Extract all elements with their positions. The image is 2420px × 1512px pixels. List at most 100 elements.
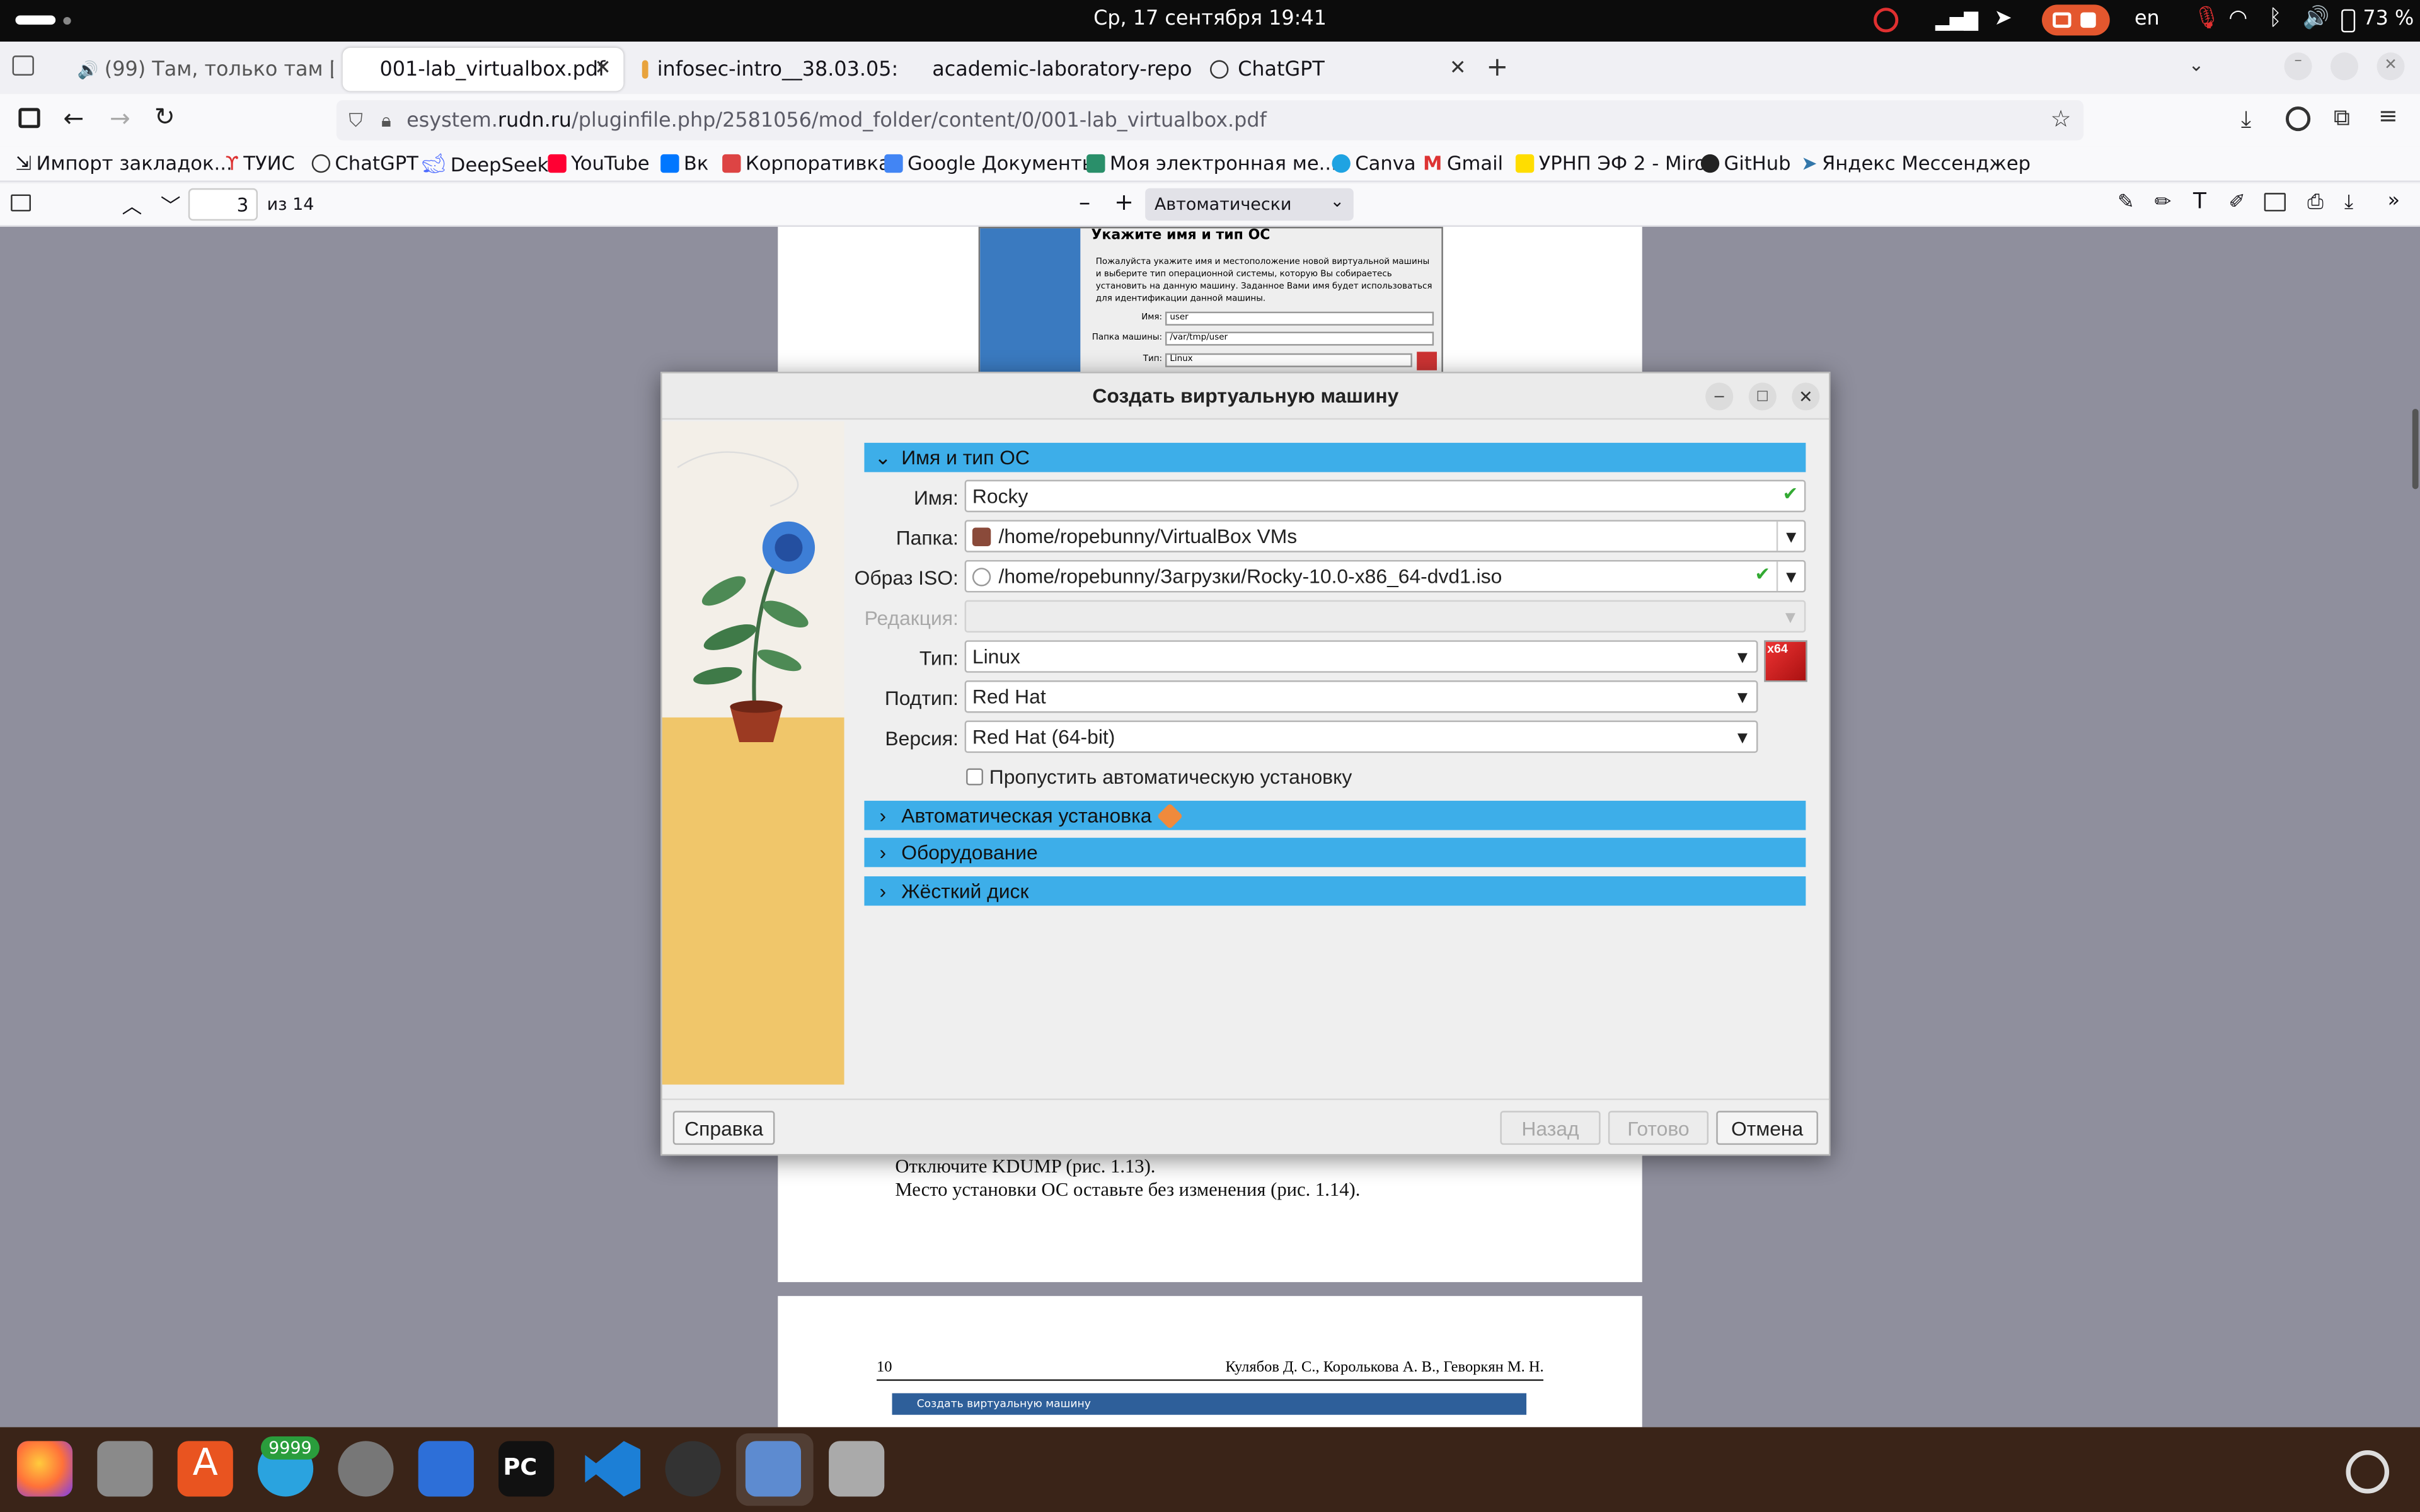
tab-youtube[interactable]: 🔊 (99) Там, только там [ [59, 48, 333, 91]
battery-icon[interactable] [2341, 9, 2356, 33]
show-apps-icon[interactable] [2346, 1450, 2390, 1494]
bookmark-eios[interactable]: Моя электронная ме... [1086, 151, 1337, 175]
close-window-icon[interactable]: ✕ [2377, 52, 2405, 81]
wifi-icon[interactable]: ◠ [2228, 6, 2247, 31]
screencast-indicator[interactable] [2042, 4, 2110, 36]
bookmark-github[interactable]: GitHub [1700, 151, 1791, 175]
obs-tray-icon[interactable] [1874, 8, 1899, 33]
name-input[interactable]: Rocky ✔ [964, 479, 1806, 513]
bookmark-star-icon[interactable]: ☆ [2051, 105, 2071, 133]
edit-pdf-icon[interactable]: ✎ [2118, 192, 2135, 215]
volume-icon[interactable]: 🔊 [2303, 6, 2330, 31]
finish-button[interactable]: Готово [1608, 1111, 1709, 1145]
shield-icon[interactable]: ⛉ [349, 109, 362, 132]
zoom-select[interactable]: Автоматически ⌄ [1145, 188, 1354, 221]
chevron-down-icon[interactable]: ⌄ [2189, 54, 2204, 76]
skip-unattended-label[interactable]: Пропустить автоматическую установку [989, 765, 1352, 789]
section-unattended[interactable]: › Автоматическая установка [864, 801, 1806, 830]
section-hard-disk[interactable]: › Жёсткий диск [864, 876, 1806, 906]
lock-icon[interactable]: 🔒︎ [381, 109, 391, 132]
bookmark-gdocs[interactable]: Google Документы [884, 151, 1097, 175]
bookmark-tuis[interactable]: ϒ ТУИС [226, 151, 295, 175]
type-combo[interactable]: Linux ▾ [964, 640, 1758, 673]
tab-github[interactable]: academic-laboratory-repo [911, 48, 1191, 91]
bookmark-deepseek[interactable]: 🐋︎ DeepSeek [422, 151, 549, 176]
chevron-down-icon[interactable]: ▾ [1776, 521, 1804, 551]
skip-unattended-checkbox[interactable] [966, 768, 984, 786]
close-icon[interactable]: ✕ [1792, 382, 1820, 411]
close-tab-icon[interactable]: ✕ [594, 57, 611, 81]
bookmark-canva[interactable]: Canva [1332, 151, 1416, 175]
cancel-button[interactable]: Отмена [1716, 1111, 1818, 1145]
section-hardware[interactable]: › Оборудование [864, 837, 1806, 868]
bookmark-chatgpt[interactable]: ChatGPT [311, 151, 418, 175]
vscode-icon[interactable] [585, 1441, 641, 1497]
help-button[interactable]: Справка [672, 1111, 775, 1145]
next-page-icon[interactable]: ﹀ [161, 190, 181, 219]
stats-icon[interactable]: ▂▅▇ [1935, 9, 1978, 31]
microphone-icon[interactable]: 🎙 [2193, 6, 2221, 31]
files-icon[interactable] [97, 1441, 153, 1497]
monitor-icon[interactable] [418, 1441, 474, 1497]
firefox-icon[interactable] [16, 1441, 73, 1497]
zoom-in-icon[interactable]: + [1114, 188, 1134, 216]
bookmark-yandex-messenger[interactable]: ➤ Яндекс Мессенджер [1801, 151, 2031, 175]
page-number-input[interactable]: 3 [188, 188, 258, 221]
bookmark-youtube[interactable]: YouTube [548, 151, 650, 175]
reload-icon[interactable]: ↻ [154, 102, 175, 132]
prev-page-icon[interactable]: ︿ [122, 190, 142, 219]
bluetooth-icon[interactable]: ᛒ [2269, 6, 2282, 31]
pycharm-icon[interactable]: PC [498, 1441, 555, 1497]
image-icon[interactable] [2264, 193, 2286, 212]
bookmark-corp[interactable]: Корпоративка [722, 151, 890, 175]
speaker-icon[interactable]: 🔊 [77, 59, 98, 79]
extensions-icon[interactable]: ⧉ [2334, 103, 2350, 131]
chevron-down-icon[interactable]: ▾ [1776, 561, 1804, 591]
edition-combo[interactable]: ▾ [964, 600, 1806, 633]
back-button[interactable]: Назад [1500, 1111, 1601, 1145]
new-tab-icon[interactable]: + [1486, 52, 1508, 83]
sidebar-toggle-icon[interactable] [18, 108, 40, 129]
zoom-out-icon[interactable]: – [1079, 188, 1090, 216]
maximize-window-icon[interactable] [2330, 52, 2359, 81]
bookmark-vk[interactable]: Вк [660, 151, 708, 175]
back-icon[interactable]: ← [63, 103, 84, 133]
dialog-titlebar[interactable]: Создать виртуальную машину [662, 373, 1829, 420]
tab-chatgpt[interactable]: ChatGPT ✕ [1197, 48, 1478, 91]
maximize-icon[interactable]: □ [1748, 382, 1777, 411]
account-icon[interactable] [2285, 106, 2311, 132]
version-combo[interactable]: Red Hat (64-bit) ▾ [964, 720, 1758, 753]
bookmark-gmail[interactable]: M Gmail [1423, 151, 1503, 175]
minimize-window-icon[interactable]: – [2284, 52, 2312, 81]
keyboard-layout[interactable]: en [2135, 8, 2160, 31]
more-tools-icon[interactable]: » [2388, 190, 2400, 213]
draw-icon[interactable]: ✐ [2228, 192, 2245, 215]
url-bar[interactable]: ⛉ 🔒︎ esystem. rudn.ru/pluginfile.php/2581… [336, 100, 2084, 140]
folder-combo[interactable]: /home/ropebunny/VirtualBox VMs ▾ [964, 520, 1806, 553]
tab-list-icon[interactable] [12, 55, 34, 76]
section-name-os[interactable]: ⌄ Имя и тип ОС [864, 442, 1806, 472]
highlight-icon[interactable]: ✏ [2155, 192, 2172, 215]
close-tab-icon[interactable]: ✕ [1449, 57, 1466, 81]
tab-infosec[interactable]: infosec-intro__38.03.05: [630, 48, 911, 91]
downloads-icon[interactable]: ⤓ [2241, 105, 2251, 133]
app-center-icon[interactable]: A [177, 1441, 233, 1497]
obs-icon[interactable] [665, 1441, 721, 1497]
pdf-scrollbar[interactable] [2412, 408, 2419, 490]
virtualbox-icon[interactable] [745, 1441, 802, 1497]
menu-icon[interactable]: ≡ [2378, 102, 2398, 130]
text-icon[interactable]: T [2193, 190, 2206, 214]
settings-icon[interactable] [338, 1441, 394, 1497]
trash-icon[interactable] [829, 1441, 885, 1497]
tab-pdf[interactable]: 001-lab_virtualbox.pdf ✕ [342, 47, 624, 91]
pdf-sidebar-icon[interactable] [11, 194, 31, 212]
forward-icon[interactable]: → [110, 103, 130, 133]
bookmark-miro[interactable]: УРНП ЭФ 2 - Miro [1515, 151, 1707, 175]
print-icon[interactable]: ⎙ [2307, 192, 2323, 215]
minimize-icon[interactable]: – [1705, 382, 1734, 411]
bookmark-import[interactable]: ⇲ Импорт закладок... [15, 151, 232, 175]
telegram-tray-icon[interactable]: ➤ [1994, 6, 2012, 31]
subtype-combo[interactable]: Red Hat ▾ [964, 680, 1758, 713]
iso-combo[interactable]: /home/ropebunny/Загрузки/Rocky-10.0-x86_… [964, 559, 1806, 593]
save-icon[interactable]: ⤓ [2344, 192, 2353, 215]
